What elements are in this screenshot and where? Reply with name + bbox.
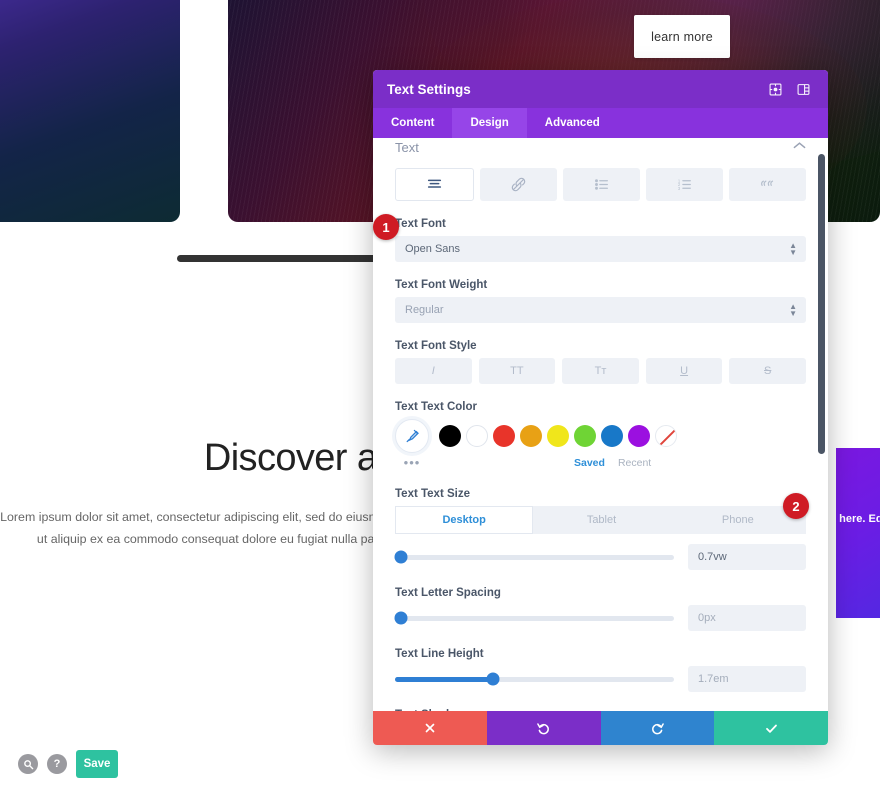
section-title: Text [395, 140, 419, 155]
undo-button[interactable] [486, 711, 601, 745]
text-color-label: Text Text Color [395, 401, 477, 413]
svg-text:3: 3 [678, 186, 681, 191]
text-font-weight-value: Regular [405, 304, 444, 316]
settings-scroll-area: Text 1 2 3 Text Font Open Sans ▲ ▼ Text … [373, 138, 828, 711]
letter-spacing-label: Text Letter Spacing [395, 587, 501, 599]
swatch-yellow[interactable] [547, 425, 569, 447]
letter-spacing-slider-row: 0px [394, 605, 806, 631]
tab-advanced[interactable]: Advanced [527, 108, 618, 138]
swatch-none[interactable] [655, 425, 677, 447]
letter-spacing-slider[interactable] [394, 611, 674, 625]
saved-colors-tab[interactable]: Saved [574, 457, 605, 469]
link-icon[interactable] [480, 168, 557, 201]
modal-header: Text Settings [373, 70, 828, 108]
paragraph-align-icon[interactable] [395, 168, 474, 201]
magnifier-icon[interactable] [18, 754, 38, 774]
floating-toolbar: ? Save [18, 750, 118, 778]
chevron-up-icon[interactable] [793, 138, 806, 153]
modal-title: Text Settings [387, 81, 471, 97]
line-height-input[interactable]: 1.7em [688, 666, 806, 692]
underline-button[interactable]: U [645, 358, 723, 384]
text-font-label: Text Font [395, 218, 446, 230]
text-font-select[interactable]: Open Sans ▲ ▼ [395, 236, 806, 262]
text-font-weight-label: Text Font Weight [395, 279, 488, 291]
tab-design[interactable]: Design [452, 108, 527, 138]
strikethrough-button[interactable]: S [729, 358, 806, 384]
page-root: learn more Discover all our Lorem ipsum … [0, 0, 880, 787]
text-font-weight-select[interactable]: Regular ▲ ▼ [395, 297, 806, 323]
save-button[interactable]: Save [76, 750, 118, 778]
text-font-value: Open Sans [405, 243, 461, 255]
callout-badge-2: 2 [783, 493, 809, 519]
more-colors-button[interactable]: ••• [395, 456, 429, 469]
swatch-black[interactable] [439, 425, 461, 447]
swatch-purple[interactable] [628, 425, 650, 447]
line-height-slider-knob[interactable] [486, 672, 500, 686]
question-mark-icon[interactable]: ? [47, 754, 67, 774]
text-font-style-label: Text Font Style [395, 340, 477, 352]
device-tabs: Desktop Tablet Phone [395, 506, 806, 534]
device-tab-desktop[interactable]: Desktop [395, 506, 534, 534]
letter-spacing-slider-knob[interactable] [394, 611, 408, 625]
swatch-orange[interactable] [520, 425, 542, 447]
text-size-label: Text Text Size [395, 488, 470, 500]
device-tab-tablet[interactable]: Tablet [533, 506, 670, 534]
modal-tabs: Content Design Advanced [373, 108, 828, 138]
uppercase-button[interactable]: TT [478, 358, 556, 384]
modal-action-bar [373, 711, 828, 745]
recent-colors-tab[interactable]: Recent [618, 457, 651, 469]
format-toolbar: 1 2 3 [395, 168, 806, 201]
settings-scrollbar-thumb[interactable] [818, 154, 825, 454]
text-size-input[interactable]: 0.7vw [688, 544, 806, 570]
line-height-label: Text Line Height [395, 648, 484, 660]
capitalize-button[interactable]: Tт [562, 358, 639, 384]
line-height-slider[interactable] [395, 672, 674, 686]
numbered-list-icon[interactable]: 1 2 3 [646, 168, 723, 201]
cancel-button[interactable] [373, 711, 487, 745]
tab-content[interactable]: Content [373, 108, 452, 138]
learn-more-button[interactable]: learn more [634, 15, 730, 58]
redo-button[interactable] [600, 711, 715, 745]
swatch-red[interactable] [493, 425, 515, 447]
swatch-blue[interactable] [601, 425, 623, 447]
line-height-slider-row: 1.7em [395, 666, 806, 692]
hero-image-left [0, 0, 180, 222]
color-meta-row: ••• Saved Recent [395, 455, 806, 471]
chevron-updown-icon: ▲ ▼ [789, 302, 797, 318]
confirm-button[interactable] [714, 711, 828, 745]
settings-scrollbar-track[interactable] [818, 142, 825, 707]
target-icon[interactable] [764, 78, 786, 100]
section-header-text[interactable]: Text [395, 138, 806, 160]
layout-panel-icon[interactable] [792, 78, 814, 100]
text-shadow-label: Text Shadow [395, 709, 806, 711]
bulleted-list-icon[interactable] [563, 168, 640, 201]
purple-module-text: s here. Edit or f this content [836, 513, 880, 525]
italic-button[interactable]: I [395, 358, 472, 384]
font-style-group: I TT Tт U S [395, 358, 806, 384]
text-settings-modal: Text Settings Content Design Advanced Te… [373, 70, 828, 745]
modal-body: Text 1 2 3 Text Font Open Sans ▲ ▼ Text … [373, 138, 828, 711]
color-swatch-row [395, 419, 806, 453]
purple-content-module: s here. Edit or f this content [836, 448, 880, 618]
letter-spacing-input[interactable]: 0px [688, 605, 806, 631]
text-size-slider[interactable] [394, 550, 674, 564]
callout-badge-1: 1 [373, 214, 399, 240]
swatch-green[interactable] [574, 425, 596, 447]
text-size-slider-knob[interactable] [394, 550, 408, 564]
text-size-slider-row: 0.7vw [394, 544, 806, 570]
chevron-updown-icon: ▲ ▼ [789, 241, 797, 257]
eyedropper-icon[interactable] [395, 419, 429, 453]
swatch-white[interactable] [466, 425, 488, 447]
blockquote-icon[interactable] [729, 168, 806, 201]
